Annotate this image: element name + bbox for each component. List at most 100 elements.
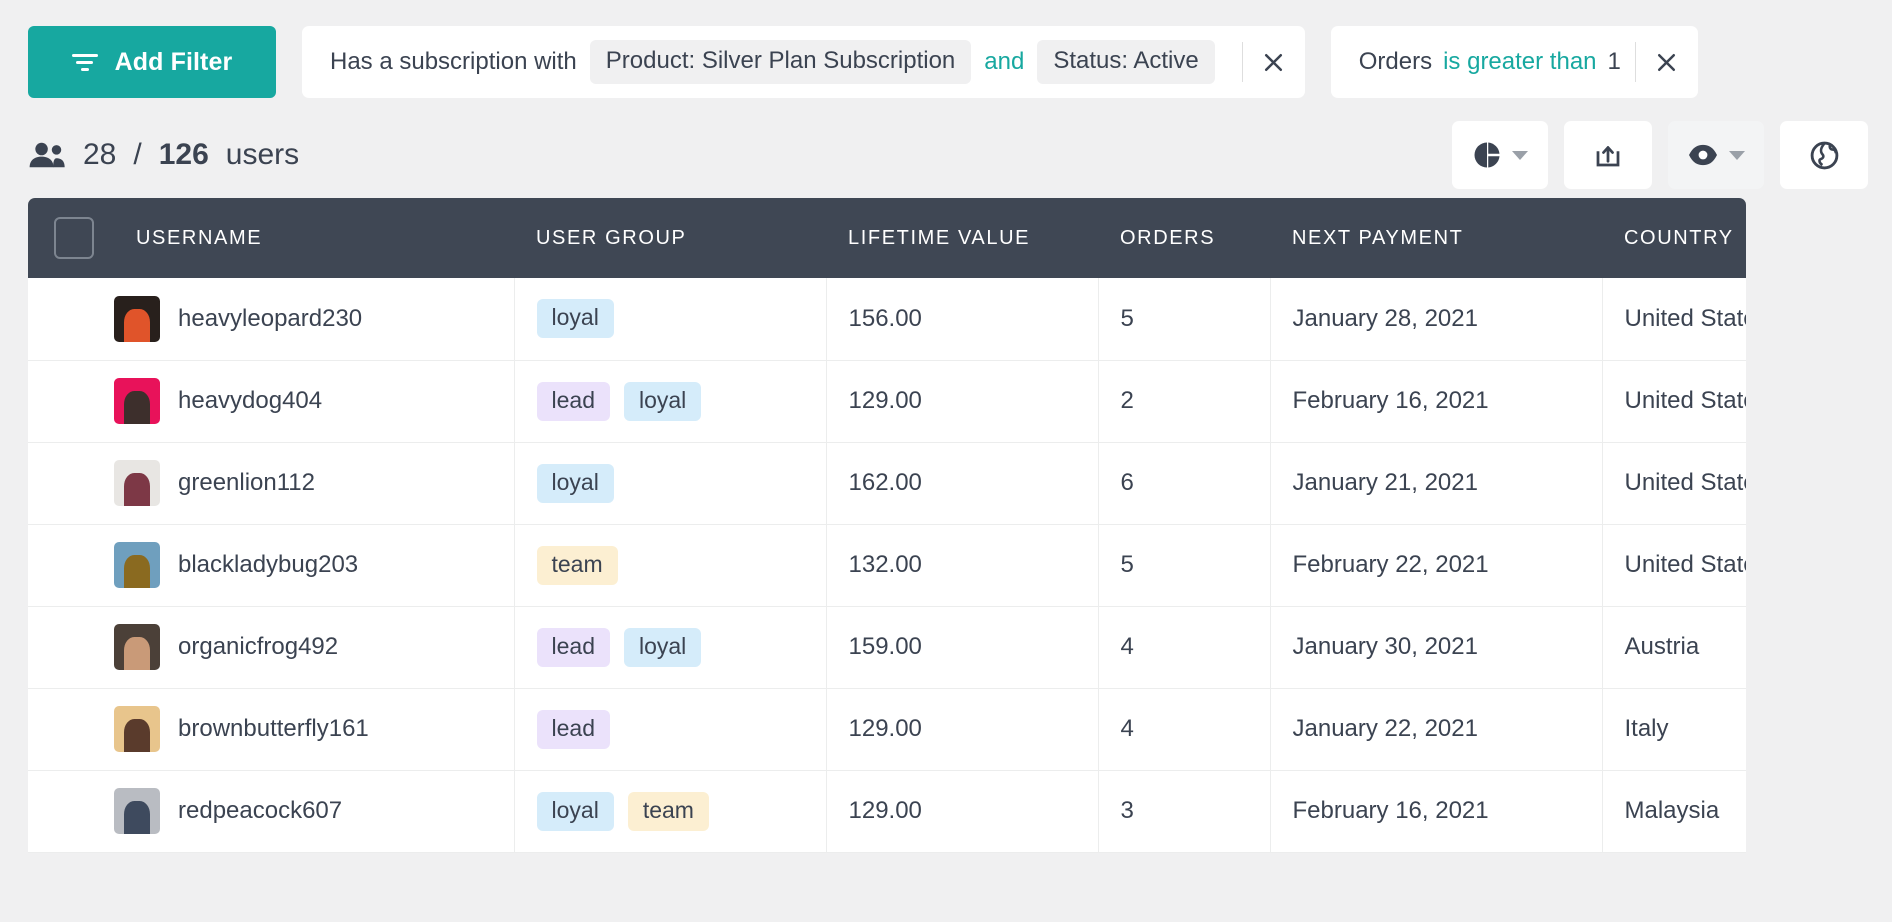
users-filter-page: Add Filter Has a subscription with Produ… xyxy=(0,0,1892,922)
users-table: USERNAME USER GROUP LIFETIME VALUE ORDER… xyxy=(28,198,1746,853)
avatar xyxy=(114,706,160,752)
table-row[interactable]: blackladybug203 team 132.00 5 February 22, 2… xyxy=(28,524,1746,607)
table-row[interactable]: redpeacock607 loyal team 129.00 3 February 16… xyxy=(28,770,1746,853)
column-header-country[interactable]: COUNTRY xyxy=(1602,198,1746,278)
filter-field-label: Orders xyxy=(1358,48,1433,75)
filter-value-label: 1 xyxy=(1607,48,1621,75)
username-label: redpeacock607 xyxy=(178,797,343,824)
table-row[interactable]: brownbutterfly161 lead 129.00 4 January 22, … xyxy=(28,688,1746,771)
cell-username[interactable]: blackladybug203 xyxy=(114,524,515,607)
cell-orders: 5 xyxy=(1098,278,1271,361)
avatar xyxy=(114,542,160,588)
pie-chart-icon xyxy=(1474,142,1500,168)
user-group-tag[interactable]: loyal xyxy=(623,627,702,667)
select-all-checkbox[interactable] xyxy=(54,217,94,259)
cell-lifetime-value: 159.00 xyxy=(826,606,1099,689)
globe-button[interactable] xyxy=(1780,121,1868,189)
row-select-cell[interactable] xyxy=(28,278,114,361)
filter-icon xyxy=(71,53,98,71)
avatar xyxy=(114,788,160,834)
filter-bar: Add Filter Has a subscription with Produ… xyxy=(0,0,1892,98)
user-count-separator: / xyxy=(133,138,142,171)
filter-operator-label: is greater than xyxy=(1443,48,1597,75)
table-row[interactable]: heavyleopard230 loyal 156.00 5 January 28, 2… xyxy=(28,278,1746,361)
cell-lifetime-value: 156.00 xyxy=(826,278,1099,361)
cell-lifetime-value: 132.00 xyxy=(826,524,1099,607)
cell-country: Austria xyxy=(1602,606,1746,689)
user-group-tag[interactable]: lead xyxy=(536,381,610,421)
avatar xyxy=(114,624,160,670)
row-select-cell[interactable] xyxy=(28,606,114,689)
cell-username[interactable]: heavyleopard230 xyxy=(114,278,515,361)
column-header-user-group[interactable]: USER GROUP xyxy=(514,198,826,278)
user-group-tag[interactable]: team xyxy=(536,545,618,585)
username-label: heavyleopard230 xyxy=(178,304,363,332)
table-row[interactable]: heavydog404 lead loyal 129.00 2 February 16, … xyxy=(28,360,1746,443)
select-all-cell xyxy=(28,198,114,278)
cell-next-payment: February 22, 2021 xyxy=(1270,524,1603,607)
username-label: greenlion112 xyxy=(178,469,316,496)
cell-orders: 4 xyxy=(1098,606,1271,689)
row-select-cell[interactable] xyxy=(28,524,114,607)
user-group-tag[interactable]: team xyxy=(627,791,709,831)
people-icon xyxy=(29,142,65,168)
remove-filter-subscription-button[interactable] xyxy=(1243,26,1305,98)
username-label: heavydog404 xyxy=(178,387,323,414)
cell-user-group: loyal team xyxy=(514,770,827,853)
cell-lifetime-value: 129.00 xyxy=(826,688,1099,771)
filter-pill-product[interactable]: Product: Silver Plan Subscription xyxy=(589,40,972,84)
user-group-tag[interactable]: loyal xyxy=(536,463,614,503)
filter-pill-status[interactable]: Status: Active xyxy=(1037,40,1215,84)
column-header-username[interactable]: USERNAME xyxy=(114,198,514,278)
cell-country: United States xyxy=(1602,278,1746,361)
table-header-row: USERNAME USER GROUP LIFETIME VALUE ORDER… xyxy=(28,198,1746,278)
username-label: blackladybug203 xyxy=(178,551,359,578)
avatar xyxy=(114,295,160,342)
cell-orders: 4 xyxy=(1098,688,1271,771)
globe-icon xyxy=(1810,141,1838,169)
cell-username[interactable]: brownbutterfly161 xyxy=(114,688,515,771)
cell-user-group: lead loyal xyxy=(514,606,827,689)
cell-country: Italy xyxy=(1602,688,1746,771)
cell-user-group: lead loyal xyxy=(514,360,827,443)
table-row[interactable]: greenlion112 loyal 162.00 6 January 21, 2021… xyxy=(28,442,1746,525)
cell-country: United States xyxy=(1602,524,1746,607)
cell-username[interactable]: greenlion112 xyxy=(114,442,515,525)
chevron-down-icon xyxy=(1729,150,1745,160)
cell-username[interactable]: heavydog404 xyxy=(114,360,515,443)
cell-next-payment: February 16, 2021 xyxy=(1270,770,1603,853)
user-group-tag[interactable]: lead xyxy=(536,627,610,667)
export-button[interactable] xyxy=(1564,121,1652,189)
table-body: heavyleopard230 loyal 156.00 5 January 28, 2… xyxy=(28,278,1746,853)
remove-filter-orders-button[interactable] xyxy=(1636,26,1698,98)
user-group-tag[interactable]: loyal xyxy=(536,791,614,831)
column-header-orders[interactable]: ORDERS xyxy=(1098,198,1270,278)
row-select-cell[interactable] xyxy=(28,688,114,771)
close-icon xyxy=(1265,53,1283,71)
table-row[interactable]: organicfrog492 lead loyal 159.00 4 January 30… xyxy=(28,606,1746,689)
row-select-cell[interactable] xyxy=(28,360,114,443)
cell-user-group: team xyxy=(514,524,827,607)
row-select-cell[interactable] xyxy=(28,770,114,853)
row-select-cell[interactable] xyxy=(28,442,114,525)
user-group-tag[interactable]: lead xyxy=(536,709,610,749)
cell-user-group: lead xyxy=(514,688,827,771)
add-filter-button[interactable]: Add Filter xyxy=(28,26,276,98)
cell-orders: 3 xyxy=(1098,770,1271,853)
cell-orders: 2 xyxy=(1098,360,1271,443)
column-header-lifetime-value[interactable]: LIFETIME VALUE xyxy=(826,198,1098,278)
user-group-tag[interactable]: loyal xyxy=(623,381,702,421)
summary-row: 28 / 126 users xyxy=(0,98,1892,190)
cell-username[interactable]: organicfrog492 xyxy=(114,606,515,689)
filter-chip-orders[interactable]: Orders is greater than 1 xyxy=(1330,26,1698,98)
visibility-button[interactable] xyxy=(1668,121,1764,189)
chart-view-button[interactable] xyxy=(1452,121,1548,189)
user-group-tag[interactable]: loyal xyxy=(536,299,614,339)
column-header-next-payment[interactable]: NEXT PAYMENT xyxy=(1270,198,1602,278)
filter-chip-subscription[interactable]: Has a subscription with Product: Silver … xyxy=(302,26,1305,98)
view-tool-group xyxy=(1452,121,1868,189)
cell-username[interactable]: redpeacock607 xyxy=(114,770,515,853)
avatar xyxy=(114,378,160,424)
cell-next-payment: February 16, 2021 xyxy=(1270,360,1603,443)
cell-next-payment: January 28, 2021 xyxy=(1270,278,1603,361)
